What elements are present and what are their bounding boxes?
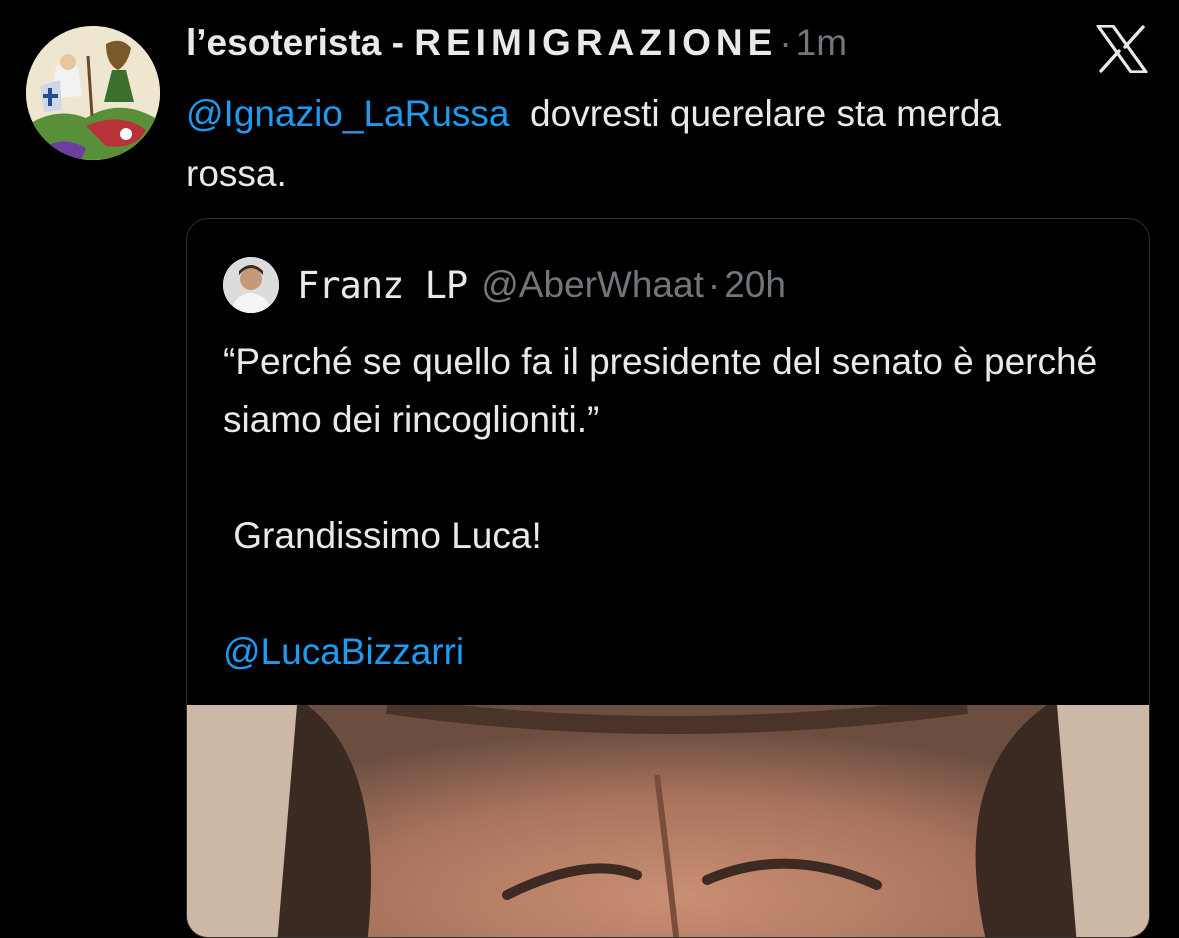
quoted-tweet-body: “Perché se quello fa il presidente del s… [223,333,1123,681]
x-logo-icon [1096,24,1148,74]
quoted-author-display-name[interactable]: Franz LP [297,264,468,307]
tweet-header: l’esoterista - REIMIGRAZIONE · 1m [186,22,847,72]
mention-link[interactable]: @Ignazio_LaRussa [186,93,509,134]
tweet-body: @Ignazio_LaRussa dovresti querelare sta … [186,84,1086,204]
author-name-prefix[interactable]: l’esoterista - [186,22,414,63]
quoted-avatar-image [223,257,279,313]
media-image [187,696,1149,937]
tweet-timestamp[interactable]: 1m [796,22,847,64]
video-thumbnail[interactable] [187,696,1149,937]
quoted-author-avatar[interactable] [223,257,279,313]
quoted-tweet-line: “Perché se quello fa il presidente del s… [223,341,1098,440]
avatar-illustration [26,26,160,160]
quoted-author-handle[interactable]: @AberWhaat [481,264,704,306]
author-avatar[interactable] [26,26,160,160]
quoted-tweet-line: Grandissimo Luca! [223,515,542,556]
quoted-mention-link[interactable]: @LucaBizzarri [223,623,1123,681]
author-display-name[interactable]: l’esoterista - REIMIGRAZIONE [186,22,777,64]
separator-dot: · [779,22,792,63]
quoted-tweet-header: Franz LP @AberWhaat · 20h [223,257,786,313]
quoted-tweet-timestamp[interactable]: 20h [724,264,786,306]
quoted-separator-dot: · [707,264,721,305]
author-name-suffix[interactable]: REIMIGRAZIONE [414,22,777,63]
quoted-tweet-card[interactable]: Franz LP @AberWhaat · 20h “Perché se que… [186,218,1150,938]
